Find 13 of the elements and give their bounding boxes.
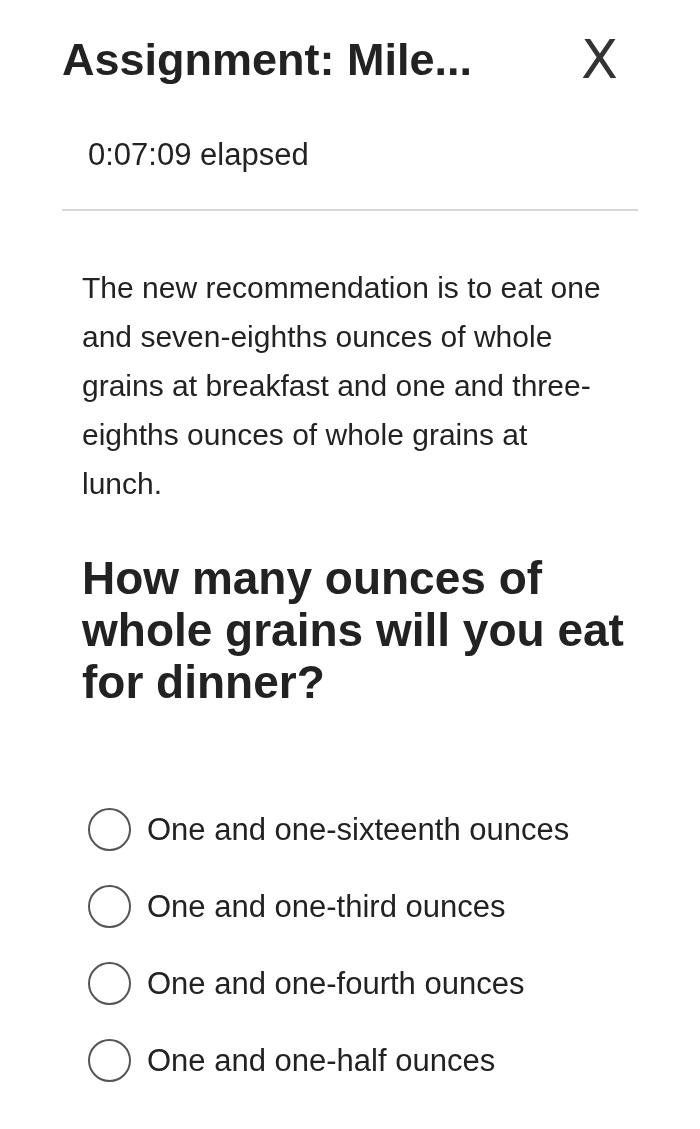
close-button[interactable]: X	[581, 33, 638, 87]
answer-option[interactable]: One and one-fourth ounces	[147, 965, 525, 1002]
radio-button[interactable]	[88, 1039, 131, 1082]
answer-option[interactable]: One and one-third ounces	[147, 888, 506, 925]
radio-button[interactable]	[88, 808, 131, 851]
question-passage: The new recommendation is to eat one and seven-eighths ounces of whole grains at breakfast and one and three-eighths ounces of whole grains at lunch.	[82, 270, 602, 502]
radio-button[interactable]	[88, 962, 131, 1005]
radio-button[interactable]	[88, 885, 131, 928]
answer-option[interactable]: One and one-sixteenth ounces	[147, 811, 570, 848]
question-prompt: How many ounces of whole grains will you eat for dinner?	[82, 552, 625, 708]
elapsed-timer: 0:07:09 elapsed	[88, 137, 310, 173]
answer-option[interactable]: One and one-half ounces	[147, 1042, 496, 1079]
assignment-title: Assignment: Mile...	[62, 34, 473, 86]
